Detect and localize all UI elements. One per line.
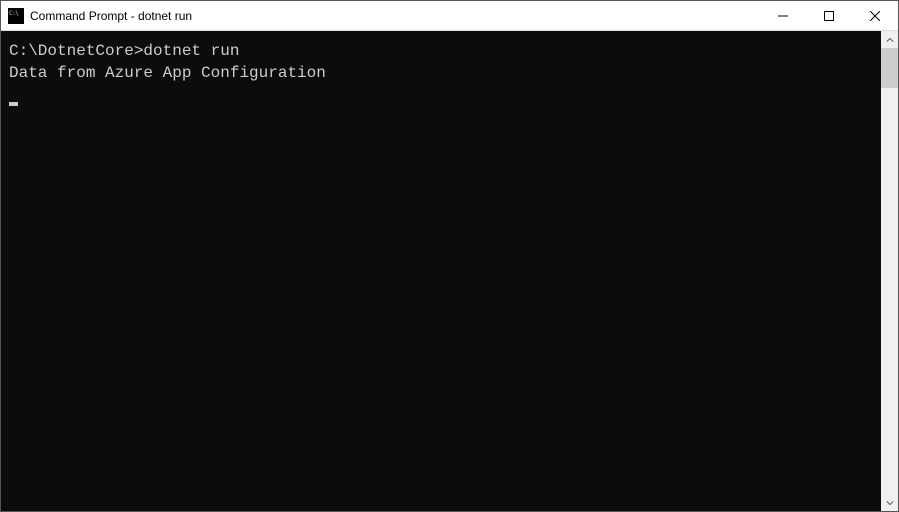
scroll-thumb[interactable] — [881, 48, 898, 88]
command-text: dotnet run — [143, 42, 239, 60]
close-button[interactable] — [852, 1, 898, 30]
titlebar-controls — [760, 1, 898, 30]
scroll-down-button[interactable] — [881, 494, 898, 511]
minimize-button[interactable] — [760, 1, 806, 30]
scrollbar[interactable] — [881, 31, 898, 511]
cmd-icon — [8, 8, 24, 24]
titlebar: Command Prompt - dotnet run — [1, 1, 898, 31]
prompt-text: C:\DotnetCore> — [9, 42, 143, 60]
scroll-track[interactable] — [881, 48, 898, 494]
cursor — [9, 102, 18, 106]
scroll-up-button[interactable] — [881, 31, 898, 48]
terminal[interactable]: C:\DotnetCore>dotnet run Data from Azure … — [1, 31, 881, 511]
maximize-button[interactable] — [806, 1, 852, 30]
output-line: Data from Azure App Configuration — [9, 63, 873, 85]
terminal-wrap: C:\DotnetCore>dotnet run Data from Azure … — [1, 31, 898, 511]
window-title: Command Prompt - dotnet run — [30, 9, 192, 23]
